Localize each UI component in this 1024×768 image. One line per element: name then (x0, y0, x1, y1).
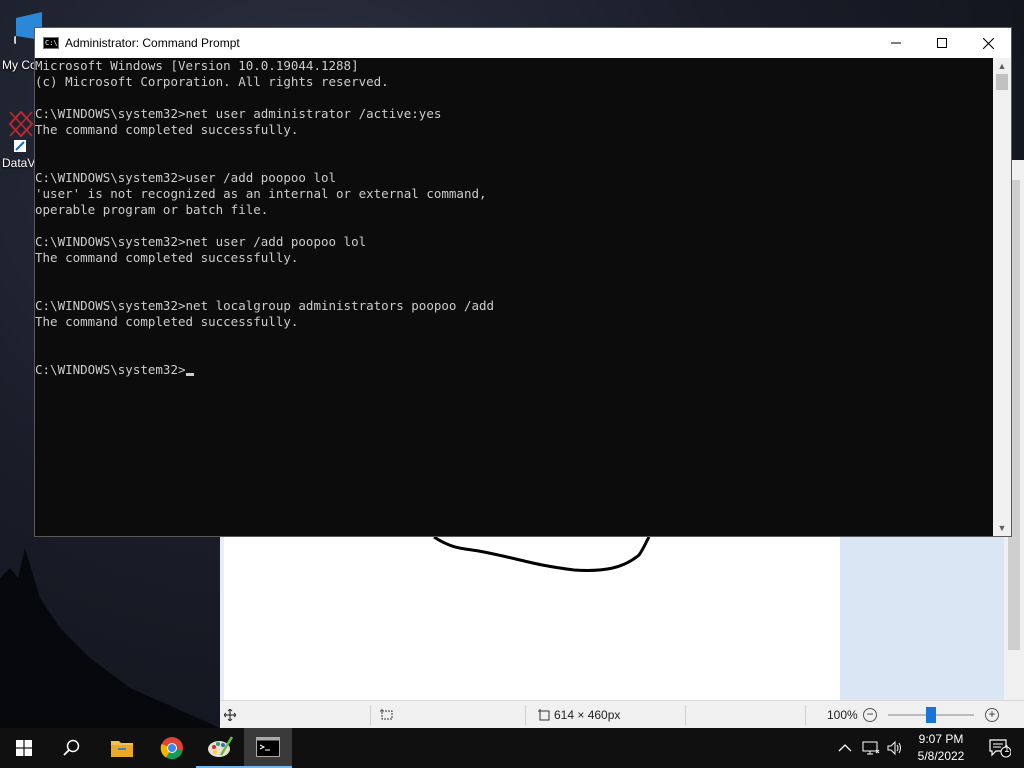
clock-time: 9:07 PM (918, 732, 964, 746)
console-line: C:\WINDOWS\system32>net user administrat… (35, 106, 442, 121)
action-center-button[interactable]: 1 (976, 728, 1024, 768)
title-bar[interactable]: C:\ Administrator: Command Prompt (35, 28, 1011, 58)
close-icon (982, 37, 994, 49)
minimize-icon (891, 42, 901, 44)
console-line: C:\WINDOWS\system32>net localgroup admin… (35, 298, 495, 313)
zoom-level: 100% (827, 708, 858, 722)
windows-start-icon (16, 740, 32, 756)
zoom-slider-thumb[interactable] (926, 707, 936, 723)
taskbar-command-prompt[interactable] (244, 728, 292, 768)
command-prompt-window: C:\ Administrator: Command Prompt Micros… (34, 27, 1012, 537)
console-scrollbar[interactable]: ▲ ▼ (993, 58, 1011, 536)
console-line: C:\WINDOWS\system32>net user /add poopoo… (35, 234, 367, 249)
console-line: operable program or batch file. (35, 202, 269, 217)
chrome-icon (160, 737, 183, 760)
folder-icon (111, 741, 133, 757)
console-line: C:\WINDOWS\system32> (35, 362, 993, 378)
zoom-out-button[interactable]: − (863, 708, 877, 722)
console-line: The command completed successfully. (35, 314, 299, 329)
scroll-up-icon[interactable]: ▲ (993, 58, 1011, 74)
cmd-icon: C:\ (43, 37, 59, 49)
console-line: The command completed successfully. (35, 122, 299, 137)
minimize-button[interactable] (873, 28, 919, 58)
text-cursor (185, 373, 194, 376)
selection-size-icon (380, 701, 394, 729)
scrollbar-thumb[interactable] (996, 74, 1008, 90)
desktop-icon-label: DataV (2, 156, 36, 170)
scroll-down-icon[interactable]: ▼ (993, 520, 1011, 536)
zoom-in-button[interactable]: + (985, 708, 999, 722)
image-size-label: 614 × 460px (554, 708, 621, 722)
console-line: (c) Microsoft Corporation. All rights re… (35, 74, 389, 89)
cmd-icon (256, 737, 280, 757)
network-icon[interactable] (862, 740, 880, 756)
desktop-icon-label: My Co (2, 58, 37, 72)
notification-count-badge: 1 (1004, 744, 1010, 755)
taskbar-chrome[interactable] (148, 728, 196, 768)
image-size-icon (538, 709, 550, 721)
datavault-icon (8, 110, 34, 152)
console-line: Microsoft Windows [Version 10.0.19044.12… (35, 58, 359, 73)
volume-icon[interactable] (886, 740, 904, 756)
maximize-icon (937, 38, 947, 48)
paint-status-bar: 614 × 460px 100% − + (220, 700, 1024, 728)
search-button[interactable] (48, 728, 96, 768)
console-line: C:\WINDOWS\system32>user /add poopoo lol (35, 170, 337, 185)
maximize-button[interactable] (919, 28, 965, 58)
taskbar-file-explorer[interactable] (98, 728, 146, 768)
close-button[interactable] (965, 28, 1011, 58)
taskbar-paint[interactable] (196, 728, 244, 768)
paint-icon (208, 736, 233, 757)
move-icon (224, 701, 236, 729)
search-icon (63, 739, 80, 756)
show-hidden-icons-chevron-icon[interactable] (838, 743, 852, 753)
system-clock[interactable]: 9:07 PM 5/8/2022 (906, 731, 976, 765)
console-output[interactable]: Microsoft Windows [Version 10.0.19044.12… (35, 58, 993, 536)
window-title: Administrator: Command Prompt (65, 36, 240, 50)
clock-date: 5/8/2022 (917, 749, 965, 763)
taskbar: 9:07 PM 5/8/2022 1 (0, 728, 1024, 768)
start-button[interactable] (0, 728, 48, 768)
console-line: 'user' is not recognized as an internal … (35, 186, 487, 201)
console-line: The command completed successfully. (35, 250, 299, 265)
